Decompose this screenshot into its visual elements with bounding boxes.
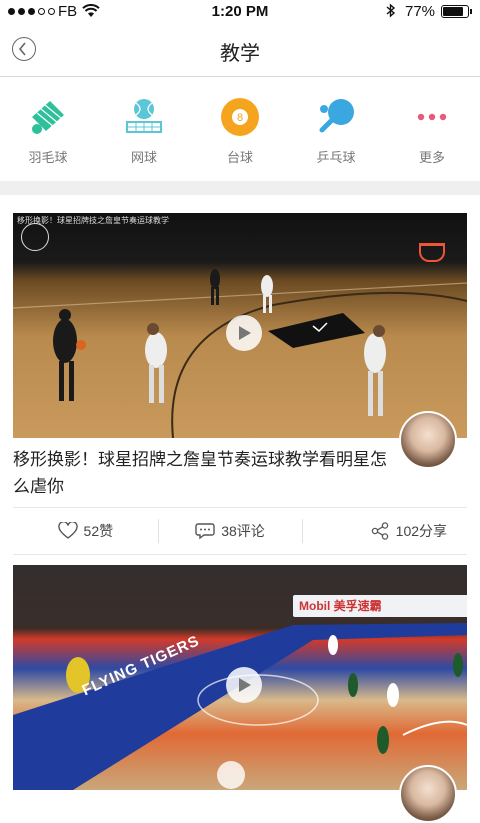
play-icon [239,678,251,692]
play-button[interactable] [226,667,262,703]
battery-icon [441,5,472,18]
share-count: 102分享 [395,523,448,539]
like-count: 52赞 [83,523,114,539]
nav-header: 教学 [0,24,480,77]
badminton-icon [32,101,64,134]
author-avatar[interactable] [399,411,457,469]
category-ping-pong[interactable]: 乒乓球 [288,77,384,181]
channel-logo [21,223,49,251]
section-divider [0,181,480,195]
category-label: 更多 [418,150,445,165]
sponsor-banner: Mobil 美孚速霸 [293,595,467,617]
billiards-icon: 8 [221,98,259,136]
author-avatar[interactable] [399,765,457,823]
comment-count: 38评论 [221,523,265,539]
svg-text:8: 8 [237,112,243,124]
video-actions: 52赞 38评论 102分享 [13,507,467,555]
category-label: 台球 [226,150,253,165]
category-badminton[interactable]: 羽毛球 [0,77,96,181]
video-title[interactable]: 移形换影！球星招牌之詹皇节奏运球教学看明星怎么虐你 [13,446,393,500]
category-billiards[interactable]: 8 台球 [192,77,288,181]
category-bar: 羽毛球 网球 8 台球 乒乓球 更多 [0,77,480,181]
comment-button[interactable]: 38评论 [157,508,303,554]
ping-pong-icon [319,99,354,133]
basketball-hoop-icon [419,243,445,262]
heart-icon [57,522,78,539]
share-button[interactable]: 102分享 [302,508,467,554]
more-icon [417,113,447,121]
category-label: 网球 [130,150,157,165]
comment-icon [195,523,215,540]
share-icon [371,522,388,540]
bluetooth-icon [386,3,396,21]
status-bar: FB 1:20 PM 77% [0,0,480,24]
page-title: 教学 [220,43,260,65]
tennis-icon [126,99,162,133]
category-label: 乒乓球 [316,150,356,165]
category-label: 羽毛球 [28,150,68,165]
like-button[interactable]: 52赞 [13,508,158,554]
category-more[interactable]: 更多 [384,77,480,181]
play-button[interactable] [226,315,262,351]
battery-percent: 77% [405,3,436,20]
play-icon [239,326,251,340]
category-tennis[interactable]: 网球 [96,77,192,181]
video-thumbnail[interactable]: 移形换影！球星招牌技之詹皇节奏运球教学 [13,213,467,438]
video-thumbnail[interactable]: Mobil 美孚速霸 FLYING TIGERS [13,565,467,790]
